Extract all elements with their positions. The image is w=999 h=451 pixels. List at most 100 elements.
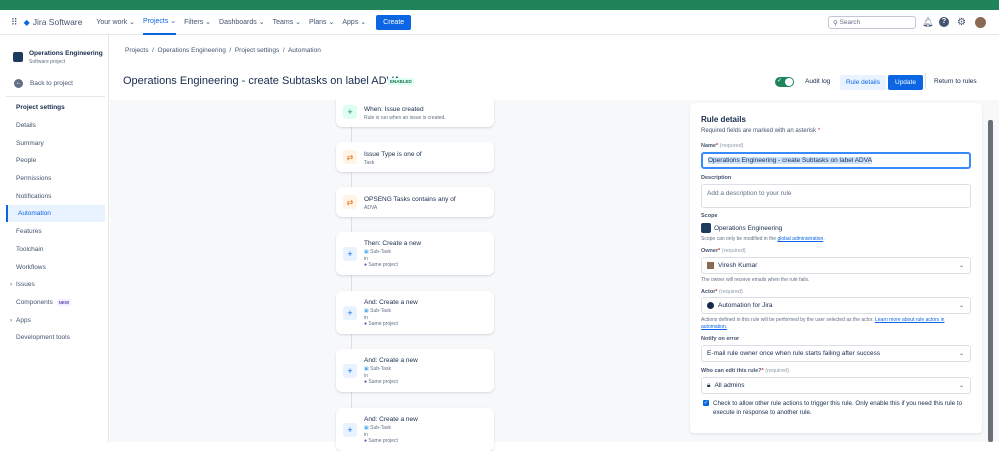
- nav-dashboards[interactable]: Dashboards ⌄: [219, 10, 265, 35]
- return-to-rules-button[interactable]: Return to rules: [934, 78, 977, 85]
- owner-avatar: [707, 262, 714, 269]
- top-nav: ⠿ ◆ Jira Software Your work ⌄ Projects ⌄…: [0, 10, 999, 35]
- breadcrumb: Projects / Operations Engineering / Proj…: [125, 47, 321, 54]
- action-card[interactable]: + Then: Create a new ▣ Sub-Task in ● Sam…: [336, 232, 494, 275]
- chevron-down-icon: ⌄: [958, 303, 964, 309]
- create-button[interactable]: Create: [376, 14, 412, 30]
- condition-card[interactable]: ⇄ OPSENG Tasks contains any of ADVA: [336, 187, 494, 217]
- project-icon: ●: [364, 379, 368, 385]
- back-to-project[interactable]: ← Back to project: [14, 79, 73, 88]
- chevron-down-icon: ⌄: [958, 383, 964, 389]
- sidebar-item-issues[interactable]: › Issues: [6, 276, 105, 293]
- subtask-icon: ▣: [364, 308, 369, 314]
- project-icon: ●: [364, 438, 368, 444]
- avatar[interactable]: [975, 16, 986, 28]
- rule-details-panel: Rule details Required fields are marked …: [690, 103, 982, 433]
- status-badge: ENABLED: [388, 78, 414, 85]
- sidebar-item-automation[interactable]: Automation: [6, 205, 105, 222]
- app-switcher-icon[interactable]: ⠿: [11, 17, 18, 28]
- help-icon[interactable]: ?: [939, 17, 949, 27]
- description-input[interactable]: Add a description to your rule: [701, 184, 971, 208]
- sidebar-item-summary[interactable]: Summary: [6, 135, 105, 152]
- owner-select[interactable]: Viresh Kumar ⌄: [701, 257, 971, 274]
- add-icon: +: [343, 423, 357, 437]
- enabled-toggle[interactable]: ✓: [775, 77, 794, 87]
- audit-log-button[interactable]: Audit log: [805, 78, 830, 85]
- action-card[interactable]: + And: Create a new ▣ Sub-Task in ● Same…: [336, 408, 494, 451]
- chevron-down-icon: ⌄: [958, 263, 964, 269]
- add-icon: +: [343, 306, 357, 320]
- sidebar-item-development-tools[interactable]: Development tools: [6, 329, 105, 346]
- check-icon: ✓: [777, 78, 783, 84]
- nav-apps[interactable]: Apps ⌄: [342, 10, 366, 35]
- divider: [6, 96, 105, 97]
- page-header: Projects / Operations Engineering / Proj…: [110, 35, 999, 100]
- breadcrumb-projects[interactable]: Projects: [125, 47, 148, 54]
- nav-filters[interactable]: Filters ⌄: [184, 10, 211, 35]
- project-avatar: [13, 52, 23, 62]
- nav-plans[interactable]: Plans ⌄: [309, 10, 334, 35]
- action-card[interactable]: + And: Create a new ▣ Sub-Task in ● Same…: [336, 291, 494, 334]
- notify-select[interactable]: E-mail rule owner once when rule starts …: [701, 345, 971, 362]
- subtask-icon: ▣: [364, 249, 369, 255]
- notifications-icon[interactable]: 🔔︎: [922, 17, 933, 28]
- name-input[interactable]: Operations Engineering - create Subtasks…: [701, 152, 971, 169]
- actor-select[interactable]: Automation for Jira ⌄: [701, 297, 971, 314]
- subtask-icon: ▣: [364, 425, 369, 431]
- sidebar-item-workflows[interactable]: Workflows: [6, 259, 105, 276]
- expand-icon: ›: [10, 317, 13, 324]
- update-button[interactable]: Update: [888, 75, 923, 90]
- breadcrumb-automation[interactable]: Automation: [288, 47, 321, 54]
- new-badge: NEW: [56, 299, 72, 306]
- sidebar-item-people[interactable]: People: [6, 152, 105, 169]
- sidebar-item-apps[interactable]: › Apps: [6, 312, 105, 329]
- jira-logo-icon: ◆: [23, 17, 30, 27]
- search-input[interactable]: ⚲ Search: [828, 16, 916, 29]
- allow-trigger-checkbox[interactable]: ✓: [703, 400, 709, 406]
- project-name: Operations Engineering: [29, 50, 103, 57]
- shuffle-icon: ⇄: [343, 150, 357, 164]
- sidebar-item-components[interactable]: Components NEW: [6, 294, 105, 311]
- app-name[interactable]: Jira Software: [33, 17, 83, 27]
- sidebar-item-features[interactable]: Features: [6, 223, 105, 240]
- automation-icon: [707, 302, 714, 309]
- project-icon: ●: [364, 321, 368, 327]
- sidebar: Operations Engineering Software project …: [0, 35, 109, 442]
- section-title: Project settings: [16, 104, 65, 111]
- sidebar-item-toolchain[interactable]: Toolchain: [6, 241, 105, 258]
- chevron-down-icon: ⌄: [958, 351, 964, 357]
- back-arrow-icon: ←: [14, 79, 23, 88]
- scope-avatar: [701, 223, 711, 233]
- breadcrumb-project[interactable]: Operations Engineering: [158, 47, 226, 54]
- action-card[interactable]: + And: Create a new ▣ Sub-Task in ● Same…: [336, 349, 494, 392]
- nav-your-work[interactable]: Your work ⌄: [96, 10, 135, 35]
- expand-icon: ›: [10, 281, 13, 288]
- add-icon: +: [343, 247, 357, 261]
- sidebar-item-notifications[interactable]: Notifications: [6, 188, 105, 205]
- search-icon: ⚲: [833, 19, 840, 27]
- project-type: Software project: [29, 59, 66, 65]
- subtask-icon: ▣: [364, 366, 369, 372]
- who-can-edit-select[interactable]: 🔒︎ All admins ⌄: [701, 377, 971, 394]
- breadcrumb-settings[interactable]: Project settings: [235, 47, 279, 54]
- settings-icon[interactable]: ⚙: [957, 17, 966, 28]
- shuffle-icon: ⇄: [343, 195, 357, 209]
- sidebar-item-details[interactable]: Details: [6, 117, 105, 134]
- lock-icon: 🔒︎: [707, 381, 711, 389]
- scrollbar[interactable]: [988, 120, 993, 442]
- required-note: Required fields are marked with an aster…: [701, 128, 817, 134]
- trigger-icon: +: [343, 105, 357, 119]
- nav-projects[interactable]: Projects ⌄: [143, 10, 177, 35]
- condition-card[interactable]: ⇄ Issue Type is one of Task: [336, 142, 494, 172]
- trigger-card[interactable]: + When: Issue created Rule is run when an…: [336, 95, 494, 127]
- add-icon: +: [343, 364, 357, 378]
- top-banner: [0, 0, 999, 10]
- sidebar-item-permissions[interactable]: Permissions: [6, 170, 105, 187]
- scope-value: Operations Engineering: [714, 225, 783, 232]
- page-title: Operations Engineering - create Subtasks…: [123, 75, 401, 87]
- panel-title: Rule details: [701, 115, 746, 124]
- global-admin-link[interactable]: global administration: [777, 236, 823, 242]
- checkbox-label: Check to allow other rule actions to tri…: [713, 400, 963, 416]
- rule-details-button[interactable]: Rule details: [840, 75, 886, 90]
- nav-teams[interactable]: Teams ⌄: [273, 10, 301, 35]
